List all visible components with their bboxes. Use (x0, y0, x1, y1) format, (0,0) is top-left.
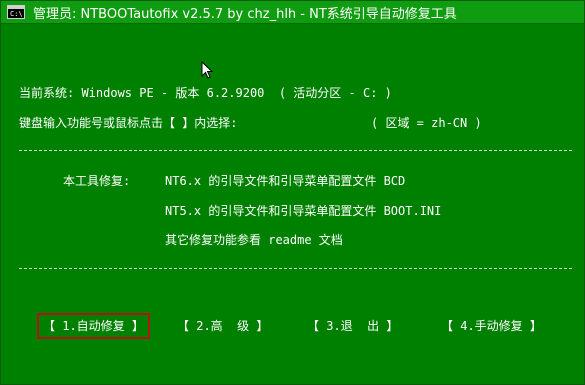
selection-prompt-line: 键盘输入功能号或鼠标点击【 】内选择: (19, 116, 238, 130)
auto-repair-button[interactable]: 【 1.自动修复 】 (37, 313, 150, 339)
title-bar[interactable]: C:\ 管理员: NTBOOTautofix v2.5.7 by chz_hlh… (1, 1, 584, 24)
mouse-pointer-icon (201, 61, 213, 79)
features-label: 本工具修复: (63, 174, 131, 188)
feature-readme: 其它修复功能参看 readme 文档 (165, 233, 343, 247)
advanced-button[interactable]: 【 2.高 级 】 (177, 313, 268, 339)
separator-bottom (19, 268, 572, 269)
feature-nt5: NT5.x 的引导文件和引导菜单配置文件 BOOT.INI (165, 204, 442, 218)
manual-repair-button[interactable]: 【 4.手动修复 】 (441, 313, 542, 339)
console-window: C:\ 管理员: NTBOOTautofix v2.5.7 by chz_hlh… (0, 0, 585, 385)
region-line: ( 区域 = zh-CN ) (371, 116, 482, 130)
window-title: 管理员: NTBOOTautofix v2.5.7 by chz_hlh - N… (33, 6, 457, 22)
console-content: 当前系统: Windows PE - 版本 6.2.9200 ( 活动分区 - … (1, 23, 584, 384)
exit-button[interactable]: 【 3.退 出 】 (307, 313, 398, 339)
current-system-line: 当前系统: Windows PE - 版本 6.2.9200 ( 活动分区 - … (19, 86, 392, 100)
separator-top (19, 150, 572, 151)
console-app-icon[interactable]: C:\ (7, 5, 25, 19)
feature-nt6: NT6.x 的引导文件和引导菜单配置文件 BCD (165, 174, 406, 188)
console-icon-label: C:\ (10, 10, 23, 18)
